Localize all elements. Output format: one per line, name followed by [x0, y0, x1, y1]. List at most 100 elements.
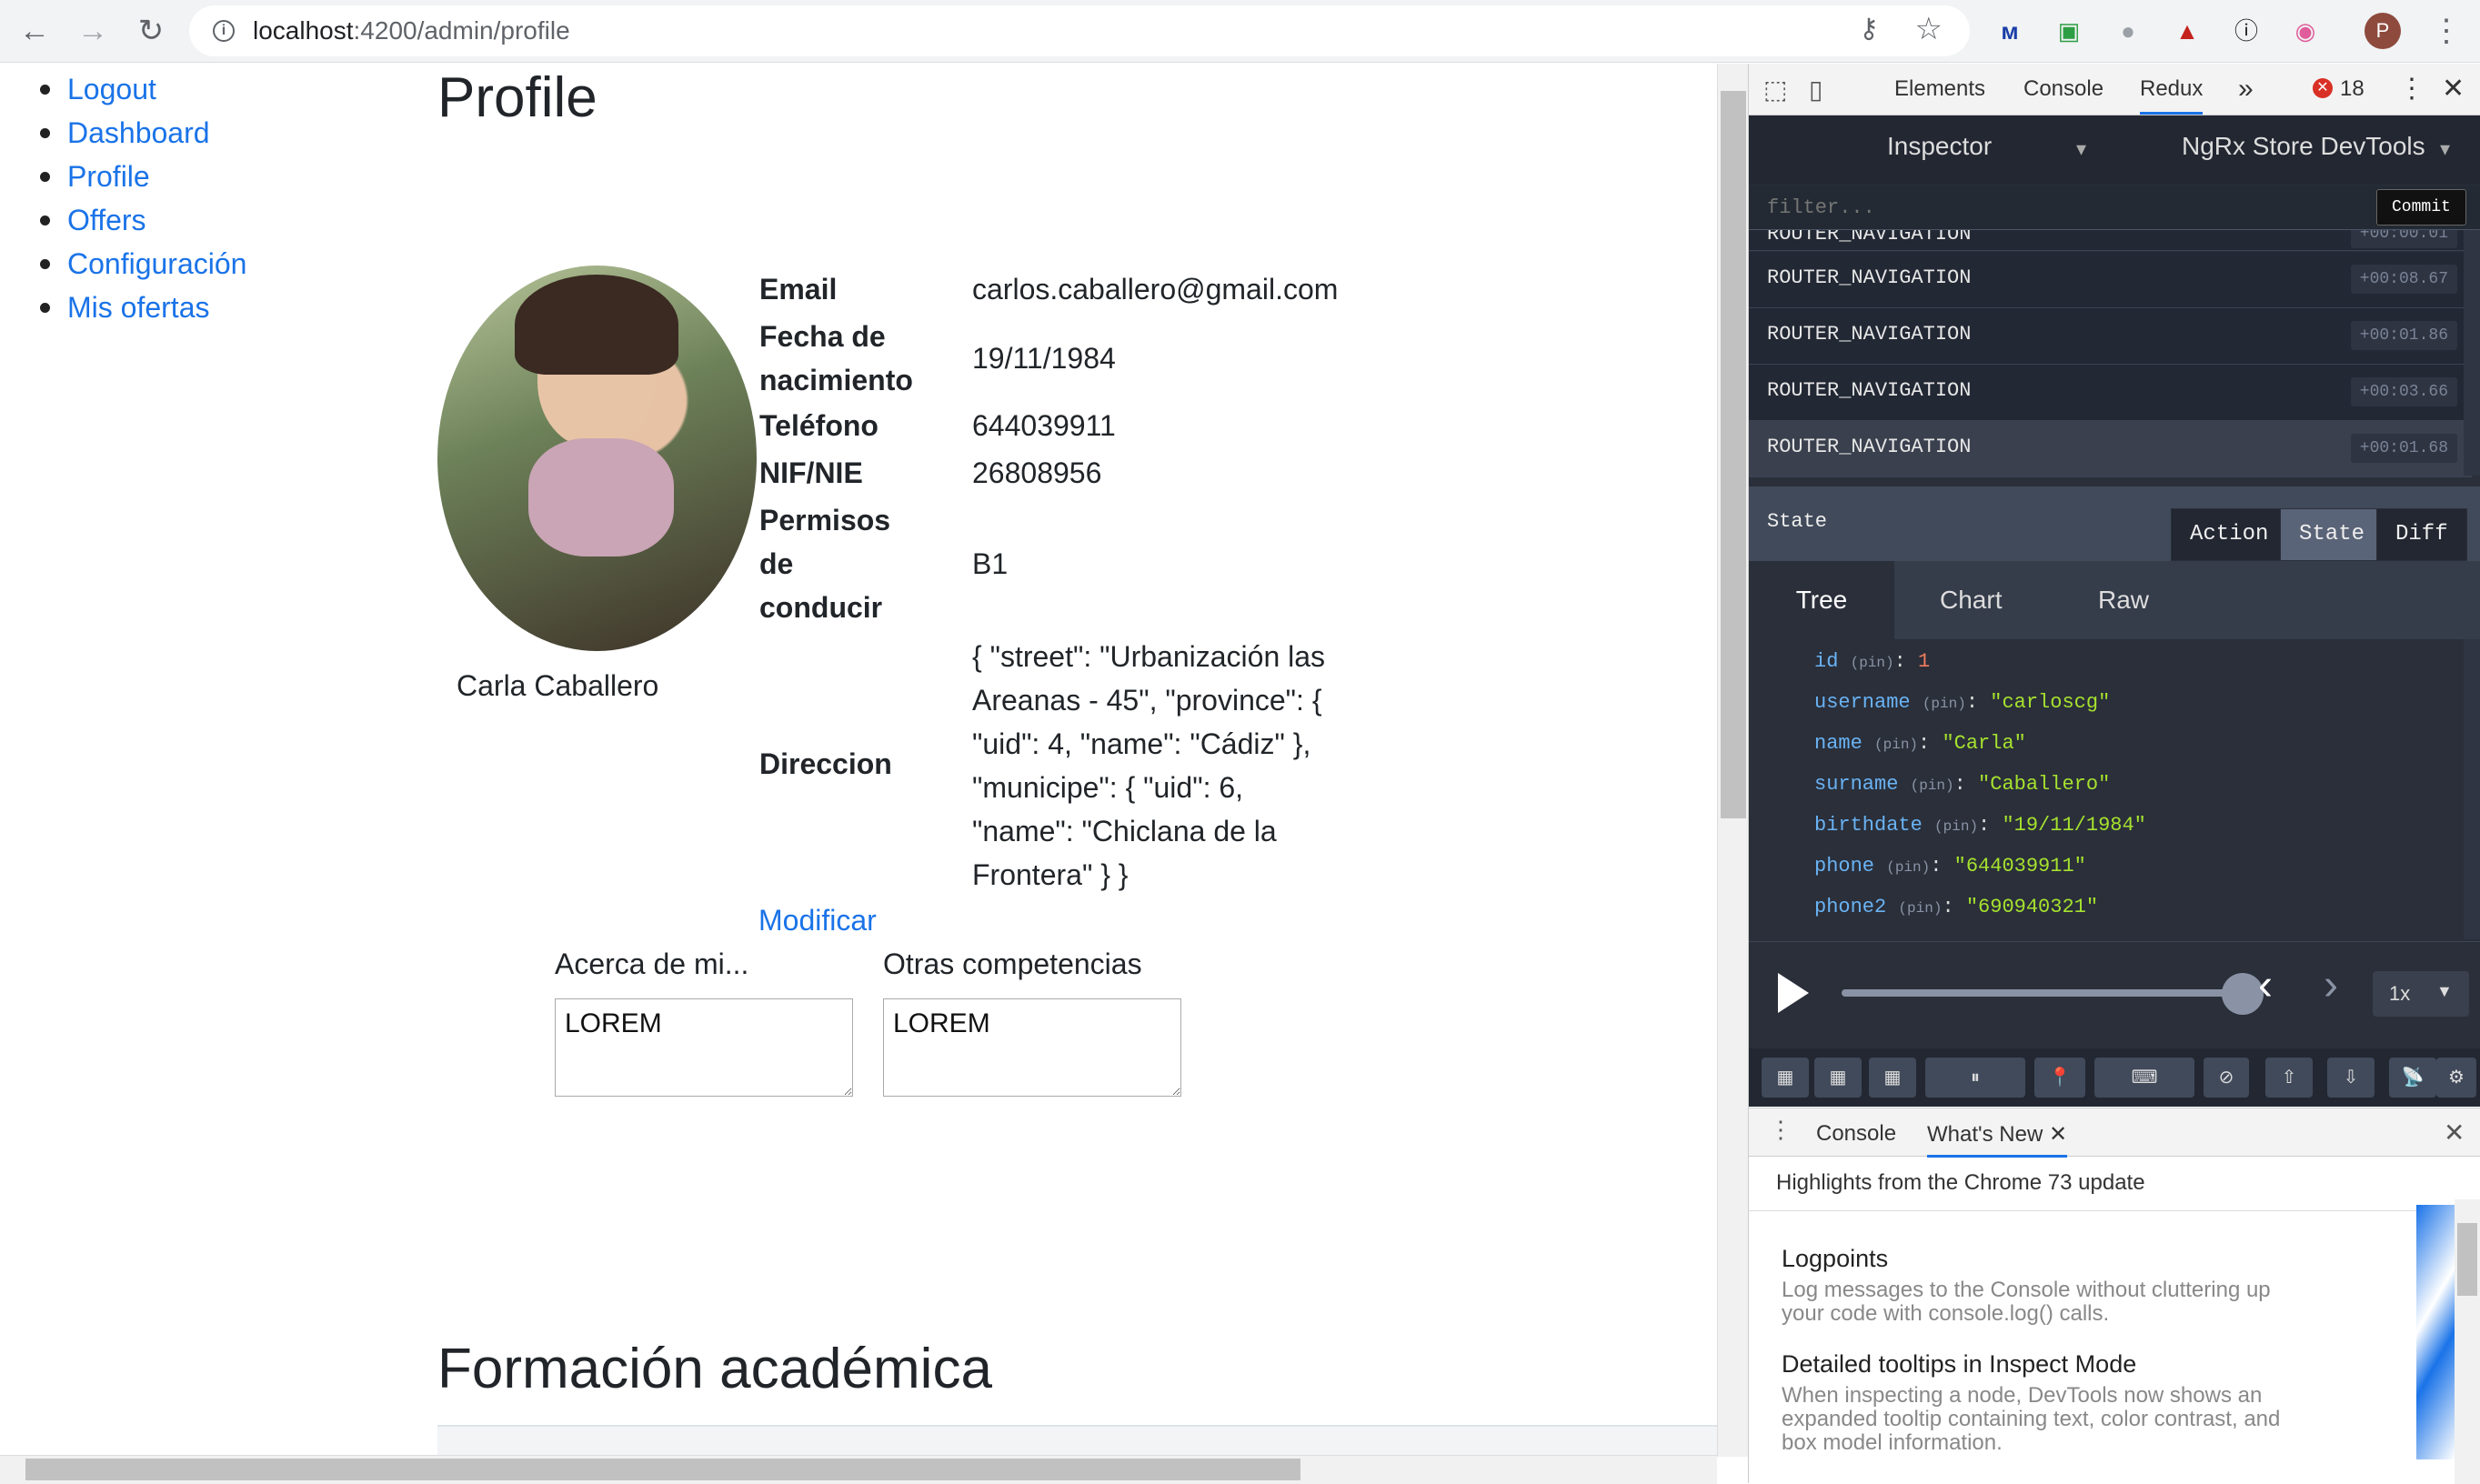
bookmark-star-icon[interactable]: ☆: [1915, 11, 1943, 47]
error-count[interactable]: 18: [2340, 64, 2365, 115]
close-tab-icon[interactable]: ✕: [2049, 1122, 2067, 1147]
settings-icon[interactable]: ⚙: [2436, 1058, 2476, 1098]
more-tabs-icon[interactable]: »: [2238, 64, 2254, 115]
inspector-icon[interactable]: ▦: [1814, 1058, 1862, 1098]
extension-m-icon[interactable]: м: [1992, 13, 2028, 49]
url-text[interactable]: localhost:4200/admin/profile: [253, 15, 570, 47]
reload-icon[interactable]: ↻: [131, 11, 171, 51]
logpoints-title[interactable]: Logpoints: [1782, 1245, 1888, 1273]
info-icon[interactable]: i: [213, 20, 235, 42]
speed-value: 1x: [2389, 982, 2411, 1005]
action-name: ROUTER_NAVIGATION: [1767, 436, 1972, 458]
tab-console[interactable]: Console: [2023, 64, 2103, 115]
drawer-tab-label: What's New: [1927, 1122, 2043, 1147]
nav-profile[interactable]: Profile: [36, 155, 246, 198]
tab-raw[interactable]: Raw: [2098, 561, 2149, 639]
skills-textarea[interactable]: LOREM: [883, 998, 1181, 1097]
desc-line: Log messages to the Console without clut…: [1782, 1278, 2271, 1302]
nav-dashboard[interactable]: Dashboard: [36, 111, 246, 155]
nav-configuracion[interactable]: Configuración: [36, 242, 246, 286]
permits-label-line2: de: [759, 547, 794, 580]
tree-row[interactable]: surname (pin): "Caballero": [1814, 773, 2110, 796]
tab-tree[interactable]: Tree: [1749, 561, 1894, 639]
action-list-scrollbar[interactable]: [2464, 230, 2480, 476]
forward-icon[interactable]: →: [73, 11, 113, 51]
chevron-down-icon[interactable]: ▾: [2440, 137, 2450, 161]
chevron-down-icon[interactable]: ▾: [2076, 137, 2086, 161]
next-icon[interactable]: ›: [2324, 960, 2338, 1010]
speed-select[interactable]: 1x ▼: [2373, 971, 2469, 1017]
play-icon[interactable]: [1778, 973, 1809, 1013]
drawer-scrollbar[interactable]: [2455, 1199, 2480, 1484]
state-button[interactable]: State: [2280, 508, 2385, 561]
monitor-select[interactable]: NgRx Store DevTools: [2182, 132, 2425, 161]
drawer-tab-console[interactable]: Console: [1816, 1121, 1896, 1147]
nav-logout[interactable]: Logout: [36, 67, 246, 111]
modify-link[interactable]: Modificar: [758, 898, 877, 942]
key-icon[interactable]: ⚷: [1859, 13, 1879, 45]
error-icon[interactable]: ✕: [2313, 78, 2333, 98]
action-row[interactable]: ROUTER_NAVIGATION +00:01.86: [1749, 308, 2472, 365]
tree-row[interactable]: phone (pin): "644039911": [1814, 855, 2086, 877]
export-icon[interactable]: ⇧: [2265, 1058, 2313, 1098]
pause-recording-icon[interactable]: ⏸: [1925, 1058, 2025, 1098]
tree-row[interactable]: username (pin): "carloscg": [1814, 691, 2110, 714]
import-icon[interactable]: ⇩: [2327, 1058, 2375, 1098]
tree-row[interactable]: phone2 (pin): "690940321": [1814, 896, 2098, 918]
drawer-scroll-thumb[interactable]: [2457, 1223, 2477, 1296]
close-devtools-icon[interactable]: ✕: [2442, 64, 2465, 115]
address-bar[interactable]: i localhost:4200/admin/profile ⚷ ☆: [189, 5, 1970, 56]
close-drawer-icon[interactable]: ✕: [2444, 1118, 2465, 1148]
tab-chart[interactable]: Chart: [1940, 561, 2002, 639]
skills-label: Otras competencias: [883, 948, 1142, 980]
extension-wallet-icon[interactable]: ▣: [2051, 13, 2087, 49]
lock-changes-icon[interactable]: ⊘: [2204, 1058, 2249, 1098]
extension-pdf-icon[interactable]: ▲: [2169, 13, 2205, 49]
extension-info-icon[interactable]: ⓘ: [2228, 13, 2264, 49]
address-line: Areanas - 45", "province": {: [972, 684, 1322, 717]
tab-elements[interactable]: Elements: [1894, 64, 1985, 115]
inspector-select[interactable]: Inspector: [1887, 132, 1992, 161]
previous-icon[interactable]: ‹: [2258, 960, 2273, 1010]
nav-offers[interactable]: Offers: [36, 198, 246, 242]
tooltips-title[interactable]: Detailed tooltips in Inspect Mode: [1782, 1350, 2136, 1379]
device-toolbar-icon[interactable]: ▯: [1809, 75, 1822, 105]
log-monitor-icon[interactable]: ▦: [1762, 1058, 1809, 1098]
profile-avatar[interactable]: P: [2365, 13, 2401, 49]
extension-colorful-icon[interactable]: ◉: [2287, 13, 2324, 49]
tree-row[interactable]: name (pin): "Carla": [1814, 732, 2026, 755]
diff-button[interactable]: Diff: [2376, 508, 2467, 561]
filter-input[interactable]: [1749, 186, 2387, 229]
extension-circle-icon[interactable]: ●: [2110, 13, 2146, 49]
page-vertical-scroll-thumb[interactable]: [1721, 91, 1746, 818]
tab-redux[interactable]: Redux: [2140, 64, 2204, 115]
action-button[interactable]: Action: [2171, 508, 2288, 561]
desc-line: your code with console.log() calls.: [1782, 1301, 2110, 1326]
chart-monitor-icon[interactable]: ▦: [1869, 1058, 1916, 1098]
timeline-track[interactable]: [1842, 989, 2242, 997]
drawer-tab-whats-new[interactable]: What's New ✕: [1927, 1121, 2068, 1158]
remote-icon[interactable]: 📡: [2389, 1058, 2436, 1098]
action-row[interactable]: ROUTER_NAVIGATION +00:08.67: [1749, 252, 2472, 308]
drawer-menu-icon[interactable]: ⋮: [1769, 1116, 1792, 1144]
inspect-element-icon[interactable]: ⬚: [1763, 75, 1787, 105]
commit-button[interactable]: Commit: [2376, 189, 2466, 226]
pin-icon[interactable]: 📍: [2034, 1058, 2085, 1098]
divider: [1749, 1210, 2480, 1211]
devtools-menu-icon[interactable]: ⋮: [2398, 64, 2425, 115]
action-row[interactable]: ROUTER_NAVIGATION +00:00.01: [1749, 230, 2472, 251]
tree-row[interactable]: birthdate (pin): "19/11/1984": [1814, 814, 2146, 837]
nav-mis-ofertas[interactable]: Mis ofertas: [36, 286, 246, 329]
dispatcher-icon[interactable]: ⌨: [2094, 1058, 2194, 1098]
about-textarea[interactable]: LOREM: [555, 998, 853, 1097]
profile-fullname: Carla Caballero: [457, 669, 659, 702]
state-tree-scrollbar[interactable]: [2464, 639, 2480, 939]
page-horizontal-scroll-thumb[interactable]: [25, 1459, 1300, 1480]
action-name: ROUTER_NAVIGATION: [1767, 230, 1972, 246]
slider-player: ‹ › 1x ▼: [1749, 941, 2480, 1042]
menu-icon[interactable]: ⋮: [2426, 11, 2466, 51]
tree-row[interactable]: id (pin): 1: [1814, 650, 1930, 673]
action-row-selected[interactable]: ROUTER_NAVIGATION +00:01.68: [1749, 421, 2472, 477]
action-row[interactable]: ROUTER_NAVIGATION +00:03.66: [1749, 365, 2472, 421]
back-icon[interactable]: ←: [15, 11, 55, 51]
